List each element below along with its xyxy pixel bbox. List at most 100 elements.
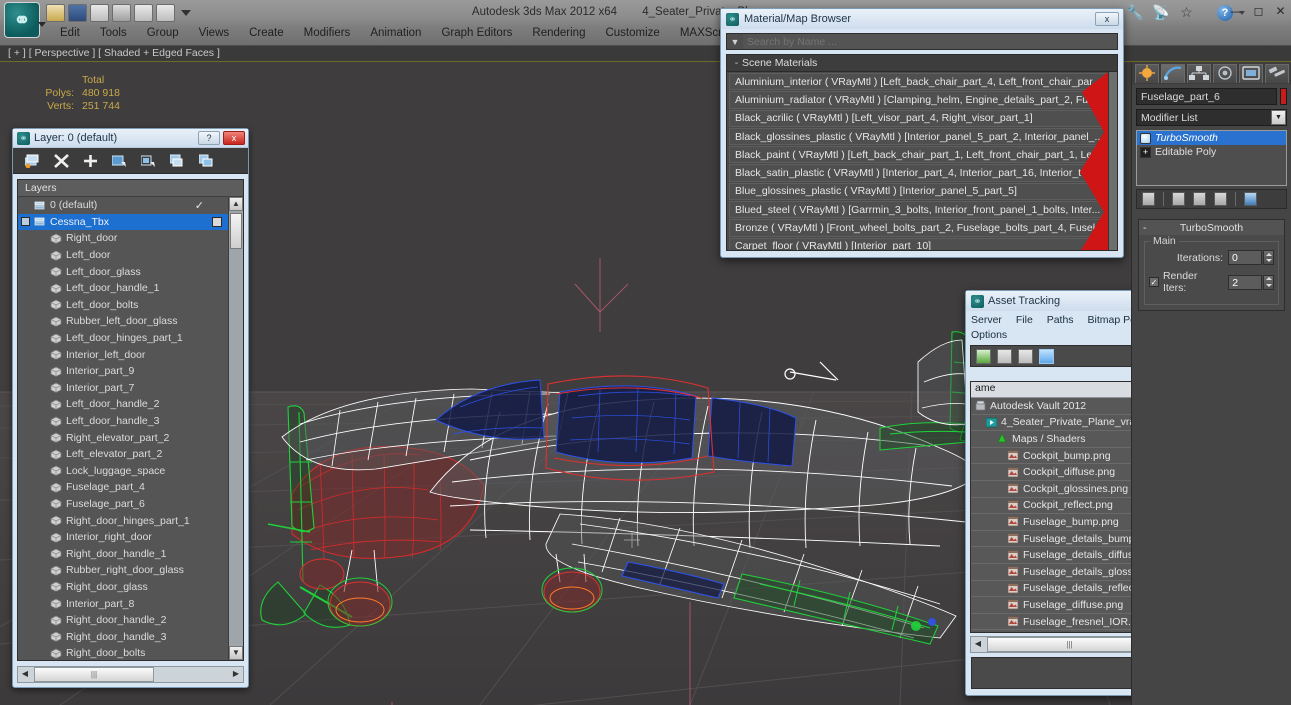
layer-row[interactable]: Right_door_handle_3 <box>18 628 228 645</box>
layer-render-toggle-icon[interactable] <box>212 216 222 227</box>
layer-horizontal-scrollbar[interactable]: ◀ ||| ▶ <box>17 666 244 683</box>
modifier-list-dropdown[interactable]: Modifier List ▼ <box>1136 109 1287 126</box>
highlight-selected-objects-icon[interactable] <box>140 154 156 168</box>
minimize-button[interactable]: — <box>1230 4 1243 18</box>
asset-menu-paths[interactable]: Paths <box>1047 314 1074 326</box>
chevron-down-icon[interactable]: ▼ <box>1271 110 1286 125</box>
menu-create[interactable]: Create <box>239 25 294 41</box>
refresh-icon[interactable] <box>976 348 991 364</box>
menu-views[interactable]: Views <box>189 25 239 41</box>
modify-tab[interactable] <box>1161 64 1185 83</box>
layer-row[interactable]: Left_door_glass <box>18 263 228 280</box>
expand-plus-icon[interactable]: + <box>1140 146 1151 158</box>
render-iters-input[interactable]: 2 <box>1228 274 1263 290</box>
layer-row[interactable]: Fuselage_part_4 <box>18 479 228 496</box>
layer-vertical-scrollbar[interactable]: ▲ ▼ <box>228 197 243 660</box>
material-vertical-scrollbar[interactable] <box>1108 72 1117 250</box>
iterations-spinner[interactable] <box>1263 250 1274 265</box>
modifier-stack[interactable]: TurboSmooth + Editable Poly <box>1136 130 1287 186</box>
hierarchy-tab[interactable] <box>1187 64 1211 83</box>
material-row[interactable]: Black_satin_plastic ( VRayMtl ) [Interio… <box>729 164 1106 182</box>
table-icon[interactable] <box>1039 348 1054 364</box>
layer-row[interactable]: Right_door_bolts <box>18 645 228 660</box>
layer-row[interactable]: Left_door <box>18 247 228 264</box>
layer-hscroll-left-arrow[interactable]: ◀ <box>18 667 32 682</box>
scene-materials-group-header[interactable]: - Scene Materials <box>727 55 1117 72</box>
remove-modifier-icon[interactable] <box>1214 192 1227 206</box>
rollout-collapse-icon[interactable]: - <box>1143 222 1147 234</box>
close-button[interactable]: ✕ <box>1274 4 1287 18</box>
material-search-bar[interactable]: ▼ <box>726 33 1118 50</box>
wrench-icon[interactable]: 🔧 <box>1126 4 1143 21</box>
menu-animation[interactable]: Animation <box>360 25 431 41</box>
layer-list[interactable]: 0 (default) ✓ Cessna_Tbx Right_door Left_doo… <box>18 197 228 660</box>
list-icon[interactable] <box>997 348 1012 364</box>
new-layer-icon[interactable] <box>24 154 40 168</box>
layer-scroll-up-arrow[interactable]: ▲ <box>229 197 243 211</box>
layer-row[interactable]: 0 (default) ✓ <box>18 197 228 214</box>
modifier-stack-item-editable-poly[interactable]: + Editable Poly <box>1137 145 1286 159</box>
menu-rendering[interactable]: Rendering <box>522 25 595 41</box>
menu-graph-editors[interactable]: Graph Editors <box>431 25 522 41</box>
layer-scroll-thumb[interactable] <box>230 213 242 249</box>
material-row[interactable]: Black_glossines_plastic ( VRayMtl ) [Int… <box>729 127 1106 146</box>
layer-row[interactable]: Rubber_right_door_glass <box>18 562 228 579</box>
material-row[interactable]: Blued_steel ( VRayMtl ) [Garrmin_3_bolts… <box>729 201 1106 219</box>
layer-row[interactable]: Interior_right_door <box>18 529 228 546</box>
add-selection-to-layer-icon[interactable] <box>169 154 185 168</box>
asset-menu-server[interactable]: Server <box>971 314 1002 326</box>
create-tab[interactable] <box>1135 64 1159 83</box>
asset-menu-options[interactable]: Options <box>971 329 1007 341</box>
material-row[interactable]: Black_acrilic ( VRayMtl ) [Left_visor_pa… <box>729 109 1106 127</box>
satellite-icon[interactable]: 📡 <box>1152 4 1169 21</box>
layer-hscroll-right-arrow[interactable]: ▶ <box>229 667 243 682</box>
menu-tools[interactable]: Tools <box>90 25 137 41</box>
add-layer-icon[interactable] <box>83 154 98 168</box>
material-browser-menu-caret-icon[interactable]: ▼ <box>727 37 743 47</box>
layer-row[interactable]: Interior_part_7 <box>18 380 228 397</box>
layer-row[interactable]: Fuselage_part_6 <box>18 496 228 513</box>
modifier-stack-item-turbosmooth[interactable]: TurboSmooth <box>1137 131 1286 145</box>
paths-icon[interactable] <box>1018 348 1033 364</box>
select-highlighted-objects-icon[interactable] <box>198 154 214 168</box>
layer-row[interactable]: Right_elevator_part_2 <box>18 429 228 446</box>
material-map-browser-dialog[interactable]: ⚭ Material/Map Browser x ▼ - Scene Mater… <box>720 8 1124 258</box>
layer-row[interactable]: Interior_part_8 <box>18 595 228 612</box>
viewport-label[interactable]: [ + ] [ Perspective ] [ Shaded + Edged F… <box>8 47 220 59</box>
layer-row[interactable]: Left_door_handle_2 <box>18 396 228 413</box>
layer-row[interactable]: Interior_part_9 <box>18 363 228 380</box>
select-objects-in-layer-icon[interactable] <box>111 154 127 168</box>
object-color-swatch[interactable] <box>1280 88 1287 105</box>
layer-row[interactable]: Interior_left_door <box>18 346 228 363</box>
asset-menu-file[interactable]: File <box>1016 314 1033 326</box>
utilities-tab[interactable] <box>1265 64 1289 83</box>
layer-row[interactable]: Right_door_handle_2 <box>18 612 228 629</box>
motion-tab[interactable] <box>1213 64 1237 83</box>
layer-row[interactable]: Rubber_left_door_glass <box>18 313 228 330</box>
layer-help-button[interactable]: ? <box>198 131 220 145</box>
show-end-result-icon[interactable] <box>1172 192 1185 206</box>
maximize-button[interactable]: ◻ <box>1252 4 1265 18</box>
layer-row[interactable]: Left_door_handle_3 <box>18 413 228 430</box>
material-row[interactable]: Blue_glossines_plastic ( VRayMtl ) [Inte… <box>729 182 1106 201</box>
app-menu-caret-icon[interactable] <box>38 22 46 27</box>
layer-row[interactable]: Left_door_bolts <box>18 297 228 314</box>
render-iters-checkbox[interactable]: ✓ <box>1149 277 1159 287</box>
configure-modifier-sets-icon[interactable] <box>1244 192 1257 206</box>
layer-scroll-down-arrow[interactable]: ▼ <box>229 646 243 660</box>
star-icon[interactable]: ☆ <box>1178 4 1195 21</box>
layer-row[interactable]: Left_elevator_part_2 <box>18 446 228 463</box>
material-search-input[interactable] <box>743 34 1117 49</box>
asset-hscroll-thumb[interactable]: ||| <box>987 637 1152 652</box>
layer-row[interactable]: Right_door_glass <box>18 579 228 596</box>
menu-modifiers[interactable]: Modifiers <box>294 25 361 41</box>
layer-close-button[interactable]: x <box>223 131 245 145</box>
material-row[interactable]: Aluminium_interior ( VRayMtl ) [Left_bac… <box>729 73 1106 91</box>
object-name-input[interactable] <box>1136 88 1277 105</box>
render-iters-spinner[interactable] <box>1263 274 1274 290</box>
delete-layer-icon[interactable] <box>54 153 69 168</box>
menu-edit[interactable]: Edit <box>50 25 90 41</box>
display-tab[interactable] <box>1239 64 1263 83</box>
asset-hscroll-left-arrow[interactable]: ◀ <box>971 637 985 652</box>
menu-group[interactable]: Group <box>137 25 189 41</box>
